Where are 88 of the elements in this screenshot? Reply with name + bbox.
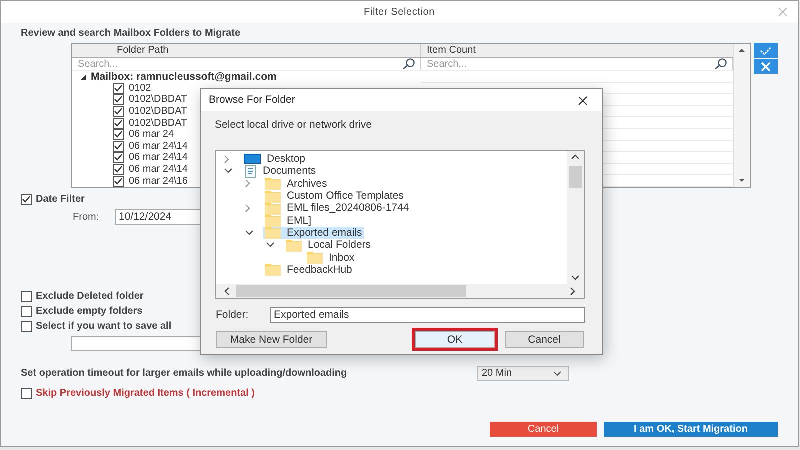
tree-item[interactable]: EML files_20240806-1744 <box>263 202 412 214</box>
scroll-down-icon <box>738 178 746 183</box>
checkbox[interactable] <box>21 291 32 302</box>
dialog-title: Browse For Folder <box>209 94 296 106</box>
checkbox[interactable] <box>113 82 124 94</box>
scroll-left-icon <box>224 286 230 296</box>
tree-item[interactable]: Desktop <box>242 153 308 166</box>
checkbox[interactable] <box>21 194 32 205</box>
tree-item[interactable]: Custom Office Templates <box>263 190 406 202</box>
folder-name: 06 mar 24\14 <box>129 164 188 176</box>
tree-item[interactable]: Documents <box>242 165 318 178</box>
scrollbar-thumb[interactable] <box>569 166 582 188</box>
close-icon <box>578 96 588 106</box>
option-label: Exclude empty folders <box>36 306 143 317</box>
column-header[interactable]: Item Count <box>421 44 733 57</box>
tree-item[interactable]: Local Folders <box>284 239 374 252</box>
folder-name: 06 mar 24\14 <box>129 152 188 164</box>
chevron-down-icon <box>553 370 562 376</box>
folder-icon <box>265 202 281 215</box>
tree-item[interactable]: Archives <box>263 178 330 190</box>
checkbox[interactable] <box>21 321 32 332</box>
tree-item[interactable]: Inbox <box>305 251 357 264</box>
scrollbar[interactable] <box>216 284 584 298</box>
search-icon <box>402 58 416 70</box>
mailbox-label: Mailbox: ramnucleussoft@gmail.com <box>91 71 277 83</box>
checkbox[interactable] <box>21 306 32 317</box>
folder-name: 0102\DBDAT <box>129 94 188 106</box>
folder-icon <box>265 190 281 203</box>
checkbox[interactable] <box>113 129 124 140</box>
close-button[interactable] <box>576 94 590 108</box>
folder-icon <box>265 177 281 190</box>
timeout-dropdown[interactable]: 20 Min <box>477 366 569 381</box>
close-icon <box>778 7 788 17</box>
option-label: Skip Previously Migrated Items ( Incremental ) <box>36 388 255 399</box>
option-label: Exclude Deleted folder <box>36 291 144 302</box>
ok-button[interactable]: OK <box>415 331 495 348</box>
section-heading: Review and search Mailbox Folders to Migrate <box>21 28 242 39</box>
scroll-down-icon <box>571 275 580 281</box>
scrollbar[interactable] <box>567 151 584 284</box>
scrollbar[interactable] <box>733 44 750 187</box>
folder-icon <box>307 251 323 264</box>
cancel-button[interactable]: Cancel <box>490 422 597 437</box>
checkbox[interactable] <box>21 388 32 399</box>
cross-icon <box>761 62 771 72</box>
start-migration-button[interactable]: I am OK, Start Migration <box>604 422 778 437</box>
checkbox[interactable] <box>113 106 124 118</box>
folder-name: 06 mar 24\16 <box>129 176 188 187</box>
search-icon <box>714 58 728 70</box>
scrollbar-thumb[interactable] <box>236 285 466 297</box>
checkbox[interactable] <box>113 164 124 176</box>
checkbox[interactable] <box>113 140 124 152</box>
option-label: Date Filter <box>36 194 85 205</box>
cancel-button[interactable]: Cancel <box>505 331 584 348</box>
checkbox[interactable] <box>113 118 124 129</box>
make-new-folder-button[interactable]: Make New Folder <box>216 331 327 348</box>
search-field[interactable]: Search... <box>427 58 714 70</box>
timeout-label: Set operation timeout for larger emails while uploading/downloading <box>21 368 348 379</box>
folder-icon <box>265 263 281 276</box>
deselect-all-button[interactable] <box>754 59 778 74</box>
checkbox[interactable] <box>113 152 124 164</box>
select-all-button[interactable] <box>754 43 778 58</box>
scroll-up-icon <box>738 48 746 53</box>
instruction-text: Select local drive or network drive <box>215 119 373 131</box>
folder-name: 0102\DBDAT <box>129 106 188 118</box>
tree-item[interactable]: EML] <box>263 214 314 227</box>
checkmark-icon <box>760 46 772 56</box>
option-label: Select if you want to save all <box>36 321 172 332</box>
field-label: Folder: <box>215 309 250 321</box>
folder-icon <box>265 214 281 228</box>
tree-item[interactable]: Exported emails <box>263 226 364 240</box>
column-header[interactable]: Folder Path <box>72 44 421 57</box>
window-title: Filter Selection <box>364 6 435 18</box>
folder-name: 0102 <box>129 82 152 94</box>
folder-field[interactable]: Exported emails <box>270 307 585 323</box>
desktop-icon <box>244 154 261 164</box>
scroll-right-icon <box>570 286 576 296</box>
folder-icon <box>286 238 302 252</box>
search-field[interactable]: Search... <box>78 58 402 70</box>
folder-name: 06 mar 24\14 <box>129 140 188 152</box>
field-label: From: <box>72 212 100 222</box>
folder-icon <box>265 226 281 240</box>
folder-name: 0102\DBDAT <box>129 118 188 129</box>
scroll-up-icon <box>571 154 580 160</box>
folder-name: 06 mar 24 <box>129 129 174 140</box>
checkbox[interactable] <box>113 176 124 187</box>
checkbox[interactable] <box>113 94 124 106</box>
document-icon <box>244 164 257 178</box>
tree-item[interactable]: FeedbackHub <box>263 264 354 276</box>
